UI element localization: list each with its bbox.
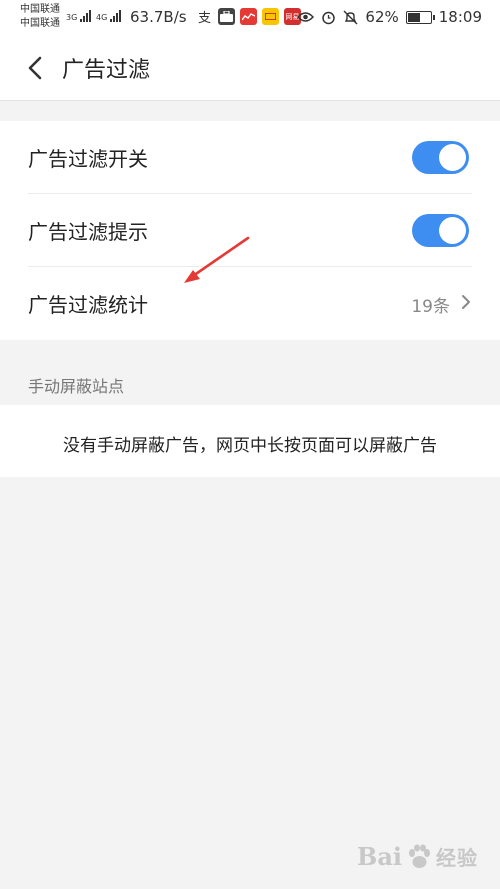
news-app-icon [262,8,279,25]
signal-1-icon: 3G [66,10,92,22]
stock-chart-icon [240,8,257,25]
back-button[interactable] [20,52,52,84]
watermark: Bai 经验 [357,842,478,871]
mute-bell-icon [343,10,358,24]
annotation-arrow [184,236,250,283]
network-type-1: 3G [66,13,78,22]
status-bar: 中国联通 中国联通 3G 4G 63.7B/s 支 网易 62% 18:09 [0,0,500,36]
paw-logo-icon [409,844,430,868]
briefcase-icon [218,8,235,25]
chevron-right-icon [462,295,470,309]
ad-filter-stats-count: 19条 [411,297,450,317]
battery-percent: 62% [365,8,399,26]
network-type-2: 4G [96,13,108,22]
carrier-2: 中国联通 [20,18,60,29]
manual-block-list: 没有手动屏蔽广告，网页中长按页面可以屏蔽广告 [0,405,500,477]
system-status: 62% 18:09 [297,8,482,26]
alarm-icon [322,11,336,24]
ad-filter-tip-label: 广告过滤提示 [28,220,148,244]
toggle-knob [439,217,466,244]
ad-filter-tip-toggle[interactable] [412,214,469,247]
watermark-text-2: 经验 [436,846,478,870]
ad-filter-settings: 广告过滤开关 广告过滤提示 广告过滤统计 19条 [0,121,500,340]
watermark-text: Bai [357,842,402,871]
ad-filter-toggle[interactable] [412,141,469,174]
carrier-1: 中国联通 [20,4,60,15]
network-speed: 63.7B/s [130,8,187,26]
app-header: 广告过滤 [0,36,500,101]
ad-filter-stats-label: 广告过滤统计 [28,293,148,317]
page-title: 广告过滤 [62,58,151,83]
empty-state-text: 没有手动屏蔽广告，网页中长按页面可以屏蔽广告 [63,436,437,456]
ad-filter-switch-row[interactable]: 广告过滤开关 [0,121,500,194]
signal-2-icon: 4G [96,10,122,22]
toggle-knob [439,144,466,171]
eye-icon [297,12,315,22]
ad-filter-switch-label: 广告过滤开关 [28,147,148,171]
manual-block-section-title: 手动屏蔽站点 [28,377,125,396]
chevron-left-icon [28,56,42,80]
carrier-info: 中国联通 中国联通 [20,3,60,31]
battery-icon [405,10,435,24]
clock: 18:09 [438,8,482,26]
notification-icons: 支 网易 [196,8,301,26]
alipay-icon: 支 [197,11,211,26]
